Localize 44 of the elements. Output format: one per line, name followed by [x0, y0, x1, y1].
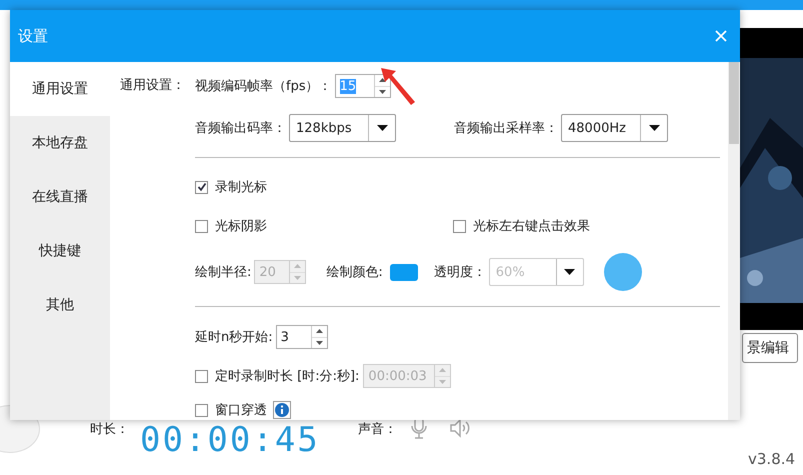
field-label: 视频编码帧率（fps）：	[195, 78, 332, 95]
scene-edit-button[interactable]: 景编辑	[742, 333, 798, 363]
checkbox-label: 定时录制时长 [时:分:秒]:	[215, 368, 360, 385]
field-label: 绘制颜色:	[326, 264, 383, 281]
scrollbar[interactable]	[728, 62, 740, 420]
speaker-icon[interactable]	[449, 418, 471, 438]
close-icon[interactable]	[714, 29, 728, 43]
dialog-title: 设置	[18, 26, 48, 46]
up-arrow-icon[interactable]	[378, 78, 386, 82]
section-label: 通用设置：	[120, 78, 185, 93]
checkbox[interactable]	[195, 180, 208, 194]
down-arrow-icon[interactable]	[316, 340, 323, 345]
version-label: v3.8.4	[748, 450, 796, 468]
duration-display: 00:00:45	[140, 421, 320, 459]
checkbox-label: 窗口穿透	[215, 402, 267, 419]
checkbox[interactable]	[453, 220, 466, 232]
color-preview	[604, 253, 642, 291]
sidebar-item[interactable]: 通用设置	[10, 62, 110, 116]
sound-label: 声音：	[358, 421, 397, 438]
checkbox-label: 光标左右键点击效果	[473, 218, 590, 235]
sidebar-item[interactable]: 本地存盘	[10, 116, 110, 170]
info-icon[interactable]	[273, 401, 291, 419]
field-label: 透明度：	[434, 264, 486, 281]
up-arrow-icon[interactable]	[316, 329, 323, 334]
duration-label: 时长：	[90, 421, 129, 438]
annotation-arrow	[380, 68, 417, 106]
checkbox[interactable]	[195, 220, 208, 232]
sidebar-item[interactable]: 其他	[10, 278, 110, 332]
caret-icon[interactable]	[648, 125, 660, 131]
delay-spinbox[interactable]: 3	[276, 325, 328, 349]
checkbox-label: 录制光标	[215, 179, 267, 196]
bitrate-dropdown[interactable]: 128kbps	[289, 114, 396, 142]
field-label: 音频输出码率：	[195, 120, 286, 137]
caret-icon[interactable]	[376, 125, 388, 131]
down-arrow-icon[interactable]	[378, 90, 386, 94]
sidebar-item[interactable]: 在线直播	[10, 170, 110, 224]
field-label: 延时n秒开始:	[195, 329, 273, 346]
field-label: 音频输出采样率：	[454, 120, 558, 137]
samplerate-dropdown[interactable]: 48000Hz	[561, 114, 668, 142]
field-label: 绘制半径:	[195, 264, 252, 281]
sidebar-item[interactable]: 快捷键	[10, 224, 110, 278]
checkbox-label: 光标阴影	[215, 218, 267, 235]
checkbox[interactable]	[195, 404, 208, 416]
color-swatch[interactable]	[390, 264, 418, 280]
